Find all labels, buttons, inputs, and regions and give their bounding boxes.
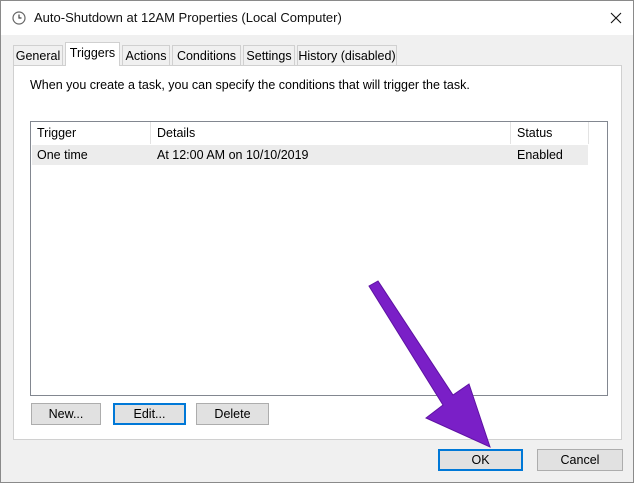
close-button[interactable]: [603, 7, 629, 29]
new-trigger-button[interactable]: New...: [31, 403, 101, 425]
cell-trigger: One time: [37, 148, 88, 162]
tab-settings[interactable]: Settings: [243, 45, 295, 65]
ok-button[interactable]: OK: [438, 449, 523, 471]
cell-status: Enabled: [517, 148, 563, 162]
clock-icon: [12, 11, 26, 25]
triggers-list[interactable]: Trigger Details Status One time At 12:00…: [30, 121, 608, 396]
window-title: Auto-Shutdown at 12AM Properties (Local …: [34, 10, 342, 25]
task-properties-dialog: Auto-Shutdown at 12AM Properties (Local …: [0, 0, 634, 483]
edit-trigger-button[interactable]: Edit...: [113, 403, 186, 425]
table-row[interactable]: One time At 12:00 AM on 10/10/2019 Enabl…: [32, 145, 588, 165]
tab-general[interactable]: General: [13, 45, 63, 65]
column-header-trigger[interactable]: Trigger: [31, 122, 151, 144]
tab-triggers[interactable]: Triggers: [65, 42, 120, 66]
cell-details: At 12:00 AM on 10/10/2019: [157, 148, 309, 162]
column-header-details[interactable]: Details: [151, 122, 511, 144]
tab-conditions[interactable]: Conditions: [172, 45, 241, 65]
cancel-button[interactable]: Cancel: [537, 449, 623, 471]
close-icon: [610, 12, 622, 24]
tab-history[interactable]: History (disabled): [297, 45, 397, 65]
column-header-status[interactable]: Status: [511, 122, 589, 144]
tab-actions[interactable]: Actions: [122, 45, 170, 65]
delete-trigger-button[interactable]: Delete: [196, 403, 269, 425]
title-bar[interactable]: Auto-Shutdown at 12AM Properties (Local …: [1, 1, 633, 35]
triggers-description: When you create a task, you can specify …: [30, 78, 470, 92]
triggers-panel: When you create a task, you can specify …: [13, 65, 622, 440]
